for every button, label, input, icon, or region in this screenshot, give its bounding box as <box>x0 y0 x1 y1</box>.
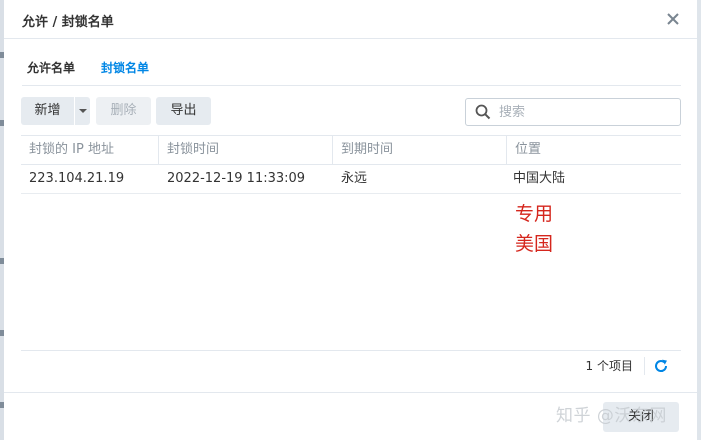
dialog-title: 允许 / 封锁名单 <box>22 15 114 30</box>
tab-allow-list[interactable]: 允许名单 <box>27 59 75 76</box>
delete-button[interactable]: 删除 <box>96 97 151 125</box>
column-header-expire-time[interactable]: 到期时间 <box>332 136 506 164</box>
dialog-shadow-edge <box>697 0 701 440</box>
footer-divider <box>644 357 645 375</box>
search-input[interactable] <box>499 102 669 122</box>
annotation-line-1: 专用 <box>515 203 554 225</box>
table-footer: 1 个项目 <box>21 350 681 381</box>
add-button[interactable]: 新增 <box>21 97 74 125</box>
edge-marker <box>0 120 4 126</box>
add-dropdown-button[interactable] <box>75 97 90 125</box>
table-header: 封锁的 IP 地址 封锁时间 到期时间 位置 <box>21 135 681 165</box>
watermark: 知乎 @沃东网 <box>556 406 667 426</box>
tab-bar: 允许名单 封锁名单 <box>4 38 697 86</box>
edge-marker <box>0 258 4 264</box>
block-list-table: 封锁的 IP 地址 封锁时间 到期时间 位置 223.104.21.19 202… <box>21 135 681 194</box>
cell-location: 中国大陆 <box>513 171 566 186</box>
close-icon[interactable] <box>663 9 683 29</box>
cell-expire-time: 永远 <box>341 171 368 186</box>
export-button[interactable]: 导出 <box>156 97 211 125</box>
column-header-block-time[interactable]: 封锁时间 <box>158 136 332 164</box>
dialog-header: 允许 / 封锁名单 <box>4 0 697 39</box>
search-icon <box>475 104 491 120</box>
search-box <box>465 98 681 126</box>
cell-ip: 223.104.21.19 <box>29 171 125 186</box>
column-header-ip[interactable]: 封锁的 IP 地址 <box>21 136 158 164</box>
item-count: 1 个项目 <box>585 359 633 373</box>
table-row[interactable]: 223.104.21.19 2022-12-19 11:33:09 永远 中国大… <box>21 165 681 194</box>
tab-block-list[interactable]: 封锁名单 <box>101 59 149 76</box>
cell-block-time: 2022-12-19 11:33:09 <box>167 171 306 186</box>
tab-divider <box>22 85 681 86</box>
column-header-location[interactable]: 位置 <box>506 136 681 164</box>
annotation-line-2: 美国 <box>515 233 554 255</box>
add-split-button: 新增 <box>21 97 90 125</box>
chevron-down-icon <box>79 109 87 113</box>
edge-marker <box>0 330 4 336</box>
refresh-icon[interactable] <box>653 358 669 374</box>
